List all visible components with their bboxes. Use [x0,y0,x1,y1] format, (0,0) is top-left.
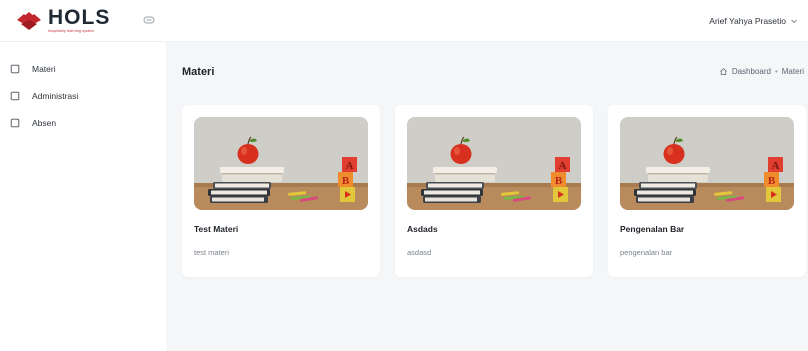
breadcrumb-separator: • [774,67,778,76]
materi-card-description: pengenalan bar [620,248,673,257]
home-icon [719,68,727,76]
square-icon [10,118,20,127]
breadcrumb-home-link[interactable]: Dashboard [732,67,771,76]
menu-toggle-icon[interactable] [143,14,155,26]
materi-card[interactable]: Asdads asdasd [395,105,593,277]
materi-card-description: test materi [194,248,230,257]
logo-tagline: hospitality learning system [48,29,95,34]
materi-card-title: Test Materi [194,224,239,234]
square-icon [10,91,20,100]
sidebar-item-label: Administrasi [32,90,79,101]
app-root: HOLS hospitality learning system Arief Y… [0,0,808,351]
hols-logo-icon [17,11,41,30]
sidebar-item-administrasi[interactable]: Administrasi [0,82,166,109]
breadcrumb: Dashboard • Materi [719,67,804,76]
breadcrumb-current: Materi [781,67,804,76]
materi-card-title: Pengenalan Bar [620,224,685,234]
materi-card-list: Test Materi test materi Asdads asdasd Pe… [182,105,806,277]
materi-thumbnail-image [620,117,794,210]
user-menu[interactable]: Arief Yahya Prasetio [709,0,798,42]
sidebar-item-label: Materi [32,63,56,74]
materi-card-title: Asdads [407,224,438,234]
page-title: Materi [182,66,215,78]
materi-card-description: asdasd [407,248,432,257]
sidebar-item-label: Absen [32,117,57,128]
logo-title: HOLS [48,6,111,30]
brand-logo[interactable]: HOLS hospitality learning system [0,0,166,42]
logo-text: HOLS hospitality learning system [48,7,110,34]
main-content: Materi Dashboard • Materi Test Materi te… [166,42,808,351]
sidebar-item-absen[interactable]: Absen [0,109,166,136]
materi-card[interactable]: Test Materi test materi [182,105,380,277]
sidebar-item-materi[interactable]: Materi [0,55,166,82]
user-name: Arief Yahya Prasetio [709,16,786,26]
materi-thumbnail-image [194,117,368,210]
square-icon [10,64,20,73]
materi-card[interactable]: Pengenalan Bar pengenalan bar [608,105,806,277]
sidebar: Materi Administrasi Absen [0,42,166,351]
materi-thumbnail-image [407,117,581,210]
chevron-down-icon [791,19,797,24]
top-header: HOLS hospitality learning system Arief Y… [0,0,808,42]
